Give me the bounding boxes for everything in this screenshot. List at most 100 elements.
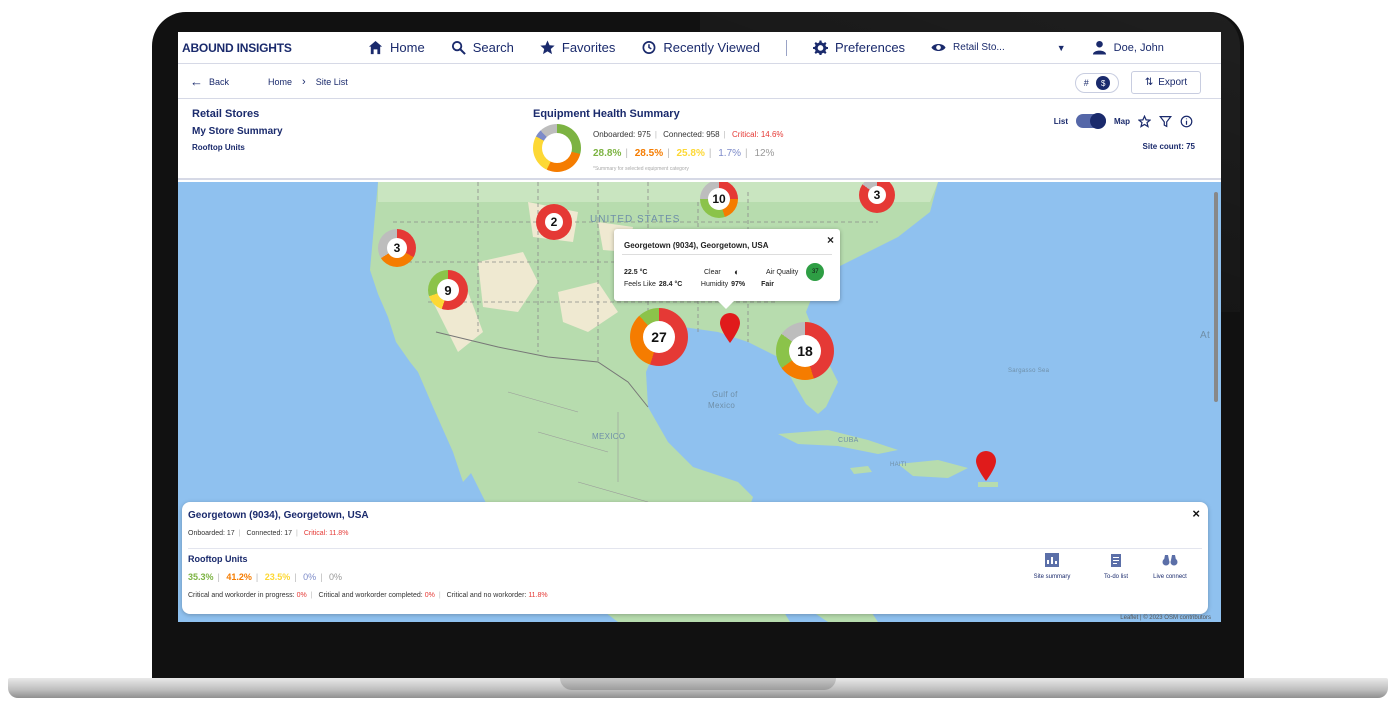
map-cluster[interactable]: 27 <box>630 308 688 366</box>
nav-recent-label: Recently Viewed <box>663 40 760 55</box>
health-pct-offline: 1.7% <box>718 148 742 159</box>
tooltip-aq-text: Fair <box>761 281 774 288</box>
site-summary-button[interactable]: Site summary <box>1022 552 1082 580</box>
star-outline-icon[interactable] <box>1138 114 1151 128</box>
nav-search-label: Search <box>472 40 514 55</box>
breadcrumb: Home › Site List <box>268 76 348 88</box>
cluster-count: 9 <box>437 279 459 301</box>
site-info-title: Georgetown (9034), Georgetown, USA <box>188 510 369 521</box>
cluster-count: 18 <box>789 335 821 367</box>
site-pct-good: 35.3% <box>188 572 214 582</box>
live-connect-button[interactable]: Live connect <box>1140 552 1200 580</box>
context-summary[interactable]: My Store Summary <box>192 126 283 137</box>
health-donut-chart[interactable] <box>533 124 581 172</box>
laptop-notch <box>560 678 836 690</box>
site-count: Site count: 75 <box>1142 142 1195 151</box>
nav-favorites[interactable]: Favorites <box>540 40 615 55</box>
tooltip-humidity-value: 97% <box>731 281 746 288</box>
back-button[interactable]: ← Back <box>178 74 268 89</box>
no-wo-label: Critical and no workorder: <box>446 592 527 599</box>
context-category[interactable]: Rooftop Units <box>192 143 283 152</box>
cluster-count: 3 <box>387 238 407 258</box>
health-title: Equipment Health Summary <box>533 108 680 120</box>
wo-progress-label: Critical and workorder in progress: <box>188 592 295 599</box>
health-counts: Onboarded: 975 | Connected: 958 | Critical… <box>593 130 784 139</box>
nav-divider <box>785 39 787 56</box>
map-cluster[interactable]: 3 <box>378 229 416 267</box>
unit-toggle[interactable]: # $ <box>1075 73 1119 93</box>
site-map[interactable]: UNITED STATES Gulf of Mexico MEXICO CUBA… <box>178 182 1221 622</box>
health-footnote: *Summary for selected equipment category <box>593 166 689 172</box>
wo-progress-value: 0% <box>296 592 307 599</box>
close-icon[interactable]: × <box>1192 506 1200 521</box>
info-icon[interactable] <box>1180 115 1193 128</box>
cluster-count: 2 <box>545 213 563 231</box>
site-pct-unknown: 0% <box>329 572 343 582</box>
close-icon[interactable]: × <box>827 233 834 247</box>
dollar-icon: $ <box>1096 76 1111 90</box>
clipboard-icon <box>1111 554 1121 567</box>
list-map-toggle[interactable] <box>1076 113 1106 129</box>
chevron-right-icon: › <box>302 75 306 88</box>
health-pct-caution: 25.8% <box>676 148 705 159</box>
tooltip-aq-label: Air Quality <box>766 268 799 276</box>
map-scrollbar[interactable] <box>1213 182 1219 502</box>
wo-completed-value: 0% <box>424 592 435 599</box>
site-connected: Connected: 17 <box>246 530 293 537</box>
user-name: Doe, John <box>1113 41 1164 54</box>
nav-search[interactable]: Search <box>451 40 514 55</box>
site-critical: Critical: 11.8% <box>303 530 349 537</box>
map-pin-icon[interactable] <box>719 312 741 344</box>
site-workorder-summary: Critical and workorder in progress: 0% | … <box>188 592 548 599</box>
filter-icon[interactable] <box>1159 115 1172 128</box>
map-cluster[interactable]: 18 <box>776 322 834 380</box>
binoculars-icon <box>1162 555 1178 566</box>
site-info-category: Rooftop Units <box>188 554 248 564</box>
nav-recently-viewed[interactable]: Recently Viewed <box>641 40 760 55</box>
nav-preferences-label: Preferences <box>834 40 906 55</box>
breadcrumb-current: Site List <box>315 76 348 87</box>
health-pct-unknown: 12% <box>754 148 775 159</box>
site-info-counts: Onboarded: 17 | Connected: 17 | Critical: … <box>188 530 349 537</box>
map-label-gulf-line1: Gulf of <box>712 390 738 399</box>
user-menu[interactable]: Doe, John <box>1092 40 1164 55</box>
map-label-haiti: HAITI <box>890 462 907 468</box>
nav-home[interactable]: Home <box>368 40 425 55</box>
cluster-count: 27 <box>643 321 675 353</box>
map-attribution[interactable]: Leaflet | © 2023 OSM contributors <box>1120 615 1211 621</box>
app-screen: ABOUND INSIGHTS Home Search Favorites Re… <box>178 32 1221 622</box>
site-onboarded: Onboarded: 17 <box>188 530 235 537</box>
eye-icon <box>931 43 946 52</box>
todo-list-label: To-do list <box>1103 574 1128 580</box>
map-label-atlantic: At <box>1200 330 1211 341</box>
map-cluster[interactable]: 2 <box>536 204 572 240</box>
site-info-divider <box>188 548 1202 549</box>
nav-preferences[interactable]: Preferences <box>812 40 906 55</box>
moon-icon: ◐ <box>734 267 740 277</box>
view-controls: List Map <box>1054 113 1193 129</box>
map-label-sargasso: Sargasso Sea <box>1008 368 1050 374</box>
site-pct-offline: 0% <box>303 572 317 582</box>
map-cluster[interactable]: 9 <box>428 270 468 310</box>
breadcrumb-home[interactable]: Home <box>268 77 292 87</box>
view-selector[interactable]: Retail Sto... ▼ <box>931 40 1066 55</box>
tooltip-humidity-label: Humidity <box>700 281 729 288</box>
site-info-panel: Georgetown (9034), Georgetown, USA × Onb… <box>182 502 1208 614</box>
summary-header: Retail Stores My Store Summary Rooftop U… <box>178 100 1221 180</box>
tooltip-title: Georgetown (9034), Georgetown, USA <box>624 241 769 250</box>
map-pin-icon[interactable] <box>975 450 997 482</box>
sort-icon: ⇅ <box>1144 77 1154 88</box>
arrow-left-icon: ← <box>190 74 203 89</box>
star-icon <box>540 40 555 55</box>
summary-chart-icon <box>1045 553 1059 567</box>
context-portfolio[interactable]: Retail Stores <box>192 108 283 120</box>
cluster-count: 10 <box>708 188 730 210</box>
health-onboarded: Onboarded: 975 <box>593 130 651 139</box>
search-icon <box>451 40 466 55</box>
brand-logo[interactable]: ABOUND INSIGHTS <box>178 41 368 55</box>
health-critical: Critical: 14.6% <box>731 130 784 139</box>
user-icon <box>1092 40 1106 55</box>
todo-list-button[interactable]: To-do list <box>1086 552 1146 580</box>
export-button[interactable]: ⇅ Export <box>1131 71 1201 94</box>
no-wo-value: 11.8% <box>528 592 548 599</box>
